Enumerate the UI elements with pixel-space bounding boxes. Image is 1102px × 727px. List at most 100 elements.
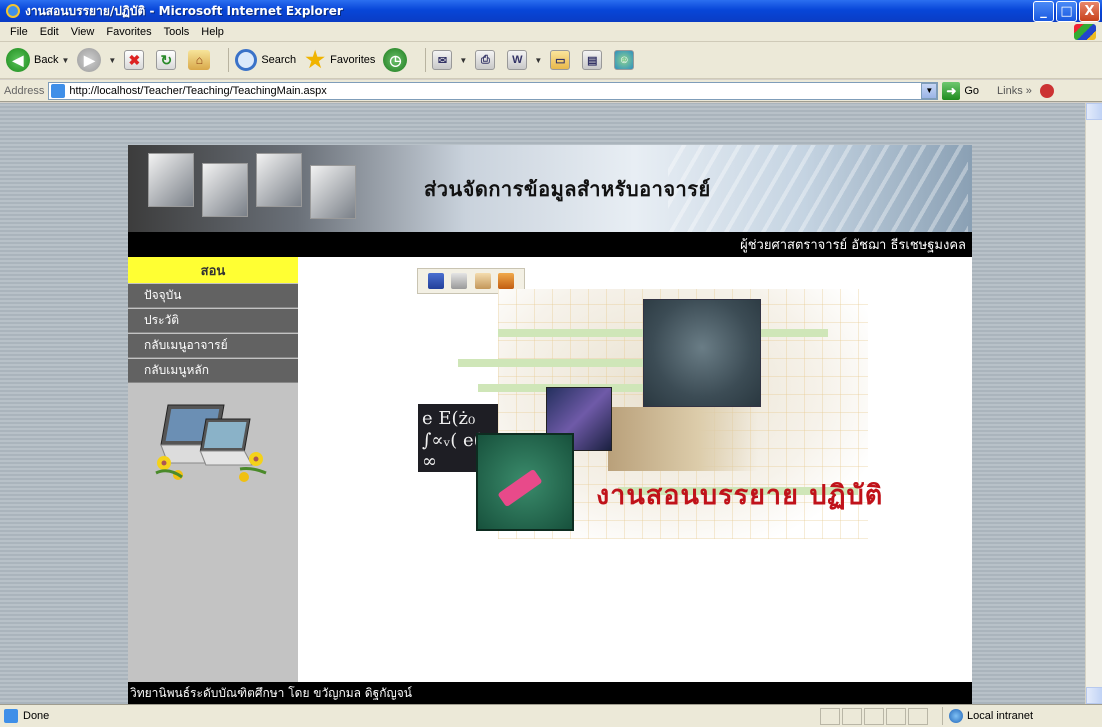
banner-photo (310, 165, 356, 219)
search-label: Search (261, 54, 297, 66)
address-url[interactable]: http://localhost/Teacher/Teaching/Teachi… (69, 85, 326, 97)
print-icon: ⎙ (475, 50, 496, 70)
footer-text: วิทยานิพนธ์ระดับบัณฑิตศึกษา โดย ขวัญกมล … (130, 685, 412, 700)
search-icon (235, 49, 258, 71)
go-button[interactable]: ➜ Go (942, 81, 980, 100)
circuit-image (608, 407, 758, 471)
print-icon[interactable] (451, 273, 468, 289)
menu-favorites[interactable]: Favorites (100, 26, 157, 38)
banner-photo (148, 153, 194, 207)
menu-edit[interactable]: Edit (34, 26, 65, 38)
home-button[interactable]: ⌂ (188, 50, 214, 70)
discuss-button[interactable]: ▭ (550, 50, 574, 70)
banner-photo (202, 163, 248, 217)
browser-toolbar: ◀ Back ▼ ▶ ▼ ✖ ↻ ⌂ Search ★ Favorites ◷ … (0, 42, 1102, 79)
mail-dropdown-icon[interactable]: ▼ (459, 56, 467, 65)
menu-tools[interactable]: Tools (158, 26, 196, 38)
user-name: ผู้ช่วยศาสตราจารย์ อัชฌา ธีรเชษฐมงคล (740, 238, 966, 253)
status-text: Done (23, 710, 50, 722)
teacher-photo (643, 299, 761, 407)
edit-dropdown-icon[interactable]: ▼ (534, 56, 542, 65)
edit-button[interactable]: W ▼ (507, 50, 542, 70)
address-label: Address (4, 84, 45, 97)
banner-decoration (668, 145, 968, 232)
favorites-star-icon: ★ (305, 47, 326, 72)
header-banner: ส่วนจัดการข้อมูลสำหรับอาจารย์ (128, 145, 972, 232)
refresh-button[interactable]: ↻ (156, 50, 180, 70)
menu-file[interactable]: File (4, 26, 34, 38)
hero-collage-image: e E(ż₀ ∫∝ᵥ( e(- ∞ งานสอนบรรยาย ปฏิบัติ (418, 289, 882, 559)
email-icon[interactable] (474, 273, 491, 289)
address-dropdown-icon[interactable]: ▼ (921, 82, 938, 99)
toolbar-separator (425, 48, 427, 72)
toolbar-separator (228, 48, 230, 72)
mail-icon: ✉ (432, 50, 453, 70)
folder-icon: ▭ (550, 50, 571, 70)
address-bar: Address http://localhost/Teacher/Teachin… (0, 80, 1102, 102)
menu-help[interactable]: Help (195, 26, 230, 38)
messenger-icon: ☺ (614, 50, 635, 70)
back-button[interactable]: ◀ Back ▼ (6, 48, 69, 72)
page-footer: วิทยานิพนธ์ระดับบัณฑิตศึกษา โดย ขวัญกมล … (128, 682, 972, 704)
sidebar-header: สอน (128, 257, 298, 283)
sidebar: สอน ปัจจุบัน ประวัติ กลับเมนูอาจารย์ กลั… (128, 257, 298, 682)
intranet-globe-icon (949, 709, 963, 723)
windows-logo-icon (1074, 24, 1096, 40)
laptop-flowers-image (155, 404, 267, 482)
search-button[interactable]: Search (235, 49, 296, 71)
menu-view[interactable]: View (65, 26, 101, 38)
window-title-bar[interactable]: งานสอนบรรยาย/ปฏิบัติ - Microsoft Interne… (0, 0, 1102, 22)
main-content: e E(ż₀ ∫∝ᵥ( e(- ∞ งานสอนบรรยาย ปฏิบัติ (298, 257, 972, 682)
scroll-down-button[interactable] (1086, 687, 1102, 704)
media-button[interactable]: ◷ (383, 48, 411, 72)
go-label: Go (964, 84, 980, 97)
forward-button[interactable]: ▶ ▼ (77, 48, 116, 72)
forward-dropdown-icon[interactable]: ▼ (108, 56, 116, 65)
status-panes (820, 708, 928, 725)
back-label: Back (34, 54, 59, 66)
mail-button[interactable]: ✉ ▼ (432, 50, 467, 70)
go-arrow-icon: ➜ (942, 81, 961, 100)
status-pane (842, 708, 862, 725)
open-folder-icon[interactable] (498, 273, 515, 289)
menu-bar: File Edit View Favorites Tools Help (0, 22, 1102, 42)
banner-title: ส่วนจัดการข้อมูลสำหรับอาจารย์ (424, 177, 711, 201)
back-dropdown-icon[interactable]: ▼ (61, 56, 69, 65)
research-button[interactable]: ▤ (582, 50, 606, 70)
banner-photo (256, 153, 302, 207)
page-status-icon (4, 709, 18, 723)
status-pane (908, 708, 928, 725)
zone-label: Local intranet (967, 710, 1034, 722)
favorites-label: Favorites (330, 54, 376, 66)
green-board-image (476, 433, 574, 531)
links-button[interactable]: Links » (997, 85, 1032, 97)
toolbar-extra-icon[interactable] (1039, 83, 1054, 98)
address-input[interactable]: http://localhost/Teacher/Teaching/Teachi… (48, 81, 939, 100)
status-pane (864, 708, 884, 725)
word-edit-icon: W (507, 50, 528, 70)
maximize-button[interactable]: □ (1056, 1, 1077, 22)
forward-arrow-icon: ▶ (77, 48, 102, 72)
sidebar-item-history[interactable]: ประวัติ (128, 309, 298, 333)
sidebar-item-teacher-menu[interactable]: กลับเมนูอาจารย์ (128, 334, 298, 358)
sidebar-item-current[interactable]: ปัจจุบัน (128, 284, 298, 308)
minimize-button[interactable]: _ (1033, 1, 1054, 22)
scroll-up-button[interactable] (1086, 103, 1102, 120)
vertical-scrollbar[interactable] (1085, 103, 1102, 704)
user-name-bar: ผู้ช่วยศาสตราจารย์ อัชฌา ธีรเชษฐมงคล (128, 232, 972, 257)
messenger-button[interactable]: ☺ (614, 50, 638, 70)
web-page: ส่วนจัดการข้อมูลสำหรับอาจารย์ ผู้ช่วยศาส… (128, 145, 972, 704)
stop-button[interactable]: ✖ (124, 50, 148, 70)
home-icon: ⌂ (188, 50, 211, 70)
save-icon[interactable] (427, 273, 444, 289)
status-bar: Done Local intranet (0, 704, 1102, 727)
hero-title: งานสอนบรรยาย ปฏิบัติ (596, 480, 884, 511)
close-button[interactable]: X (1079, 1, 1100, 22)
security-zone[interactable]: Local intranet (942, 707, 1092, 725)
status-pane (886, 708, 906, 725)
print-button[interactable]: ⎙ (475, 50, 499, 70)
chalk-stick (497, 468, 543, 508)
sidebar-item-main-menu[interactable]: กลับเมนูหลัก (128, 359, 298, 383)
media-icon: ◷ (383, 48, 408, 72)
favorites-button[interactable]: ★ Favorites (304, 47, 376, 72)
